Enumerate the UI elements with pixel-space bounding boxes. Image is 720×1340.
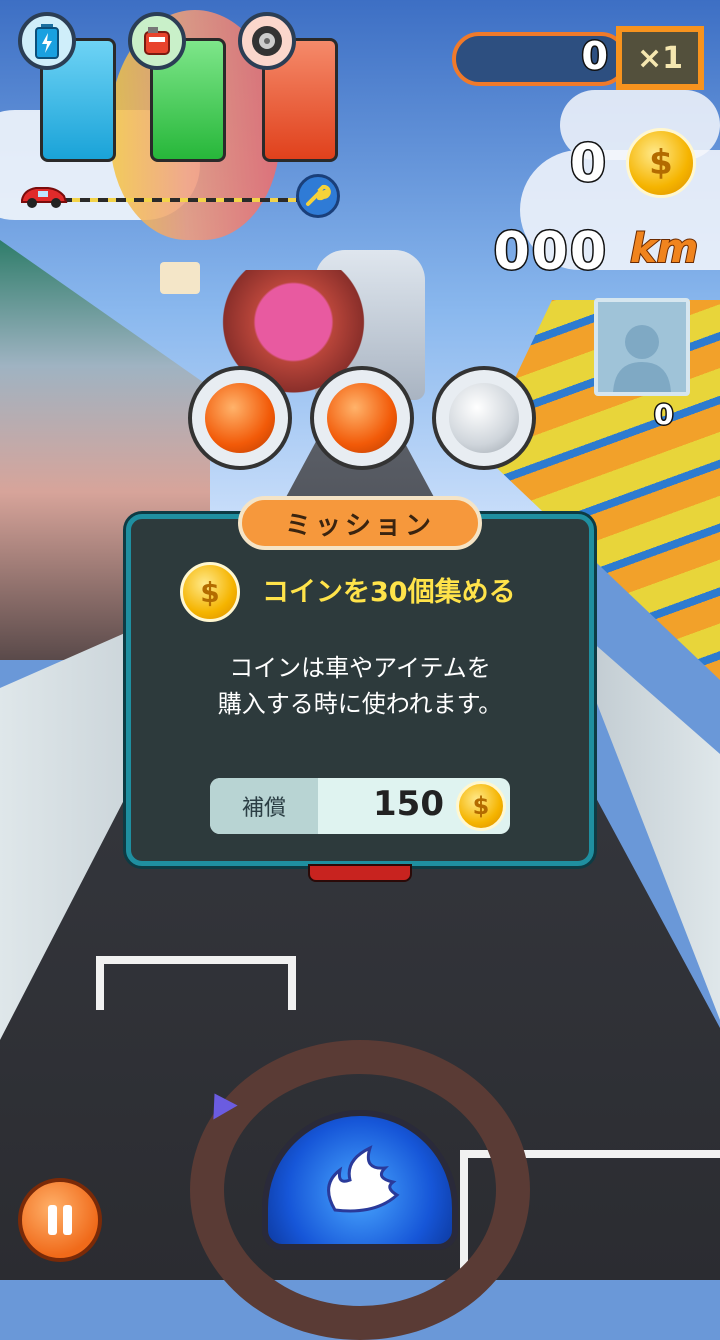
tire-icon bbox=[238, 12, 296, 70]
pause-button[interactable] bbox=[18, 1178, 102, 1262]
score-value: 0 bbox=[580, 33, 610, 80]
start-light-2 bbox=[310, 366, 414, 470]
distance-value: 000 bbox=[492, 221, 608, 284]
reward-label: 補償 bbox=[210, 778, 318, 834]
distance-unit: km bbox=[629, 225, 699, 273]
multiplier-badge: ×1 bbox=[616, 26, 704, 90]
rival-avatar bbox=[594, 298, 690, 396]
coin-icon: $ bbox=[626, 128, 696, 198]
mission-title: ミッション bbox=[238, 496, 482, 550]
race-progress-track bbox=[44, 198, 310, 202]
player-car-icon bbox=[18, 180, 70, 210]
fuel-can-icon bbox=[128, 12, 186, 70]
mission-description-line-1: コインは車やアイテムを bbox=[229, 654, 491, 682]
mission-description-line-2: 購入する時に使われます。 bbox=[217, 690, 503, 718]
mission-description: コインは車やアイテムを 購入する時に使われます。 bbox=[126, 650, 594, 722]
mission-goal: コインを30個集める bbox=[262, 577, 516, 608]
reward-coin-icon: $ bbox=[456, 781, 506, 831]
coin-count: 0 bbox=[568, 133, 607, 196]
start-light-3 bbox=[432, 366, 536, 470]
reward-value: 150 bbox=[373, 784, 444, 824]
reward-box: 補償 150 $ bbox=[210, 778, 510, 834]
wrench-goal-icon bbox=[296, 174, 340, 218]
balloon-basket bbox=[160, 262, 200, 294]
player-car bbox=[308, 864, 412, 882]
rival-count: 0 bbox=[652, 397, 675, 433]
start-light-1 bbox=[188, 366, 292, 470]
flame-icon bbox=[327, 1145, 400, 1213]
battery-icon bbox=[18, 12, 76, 70]
grid-mark bbox=[96, 956, 296, 1010]
mission-coin-icon: $ bbox=[180, 562, 240, 622]
pause-icon bbox=[48, 1205, 72, 1235]
